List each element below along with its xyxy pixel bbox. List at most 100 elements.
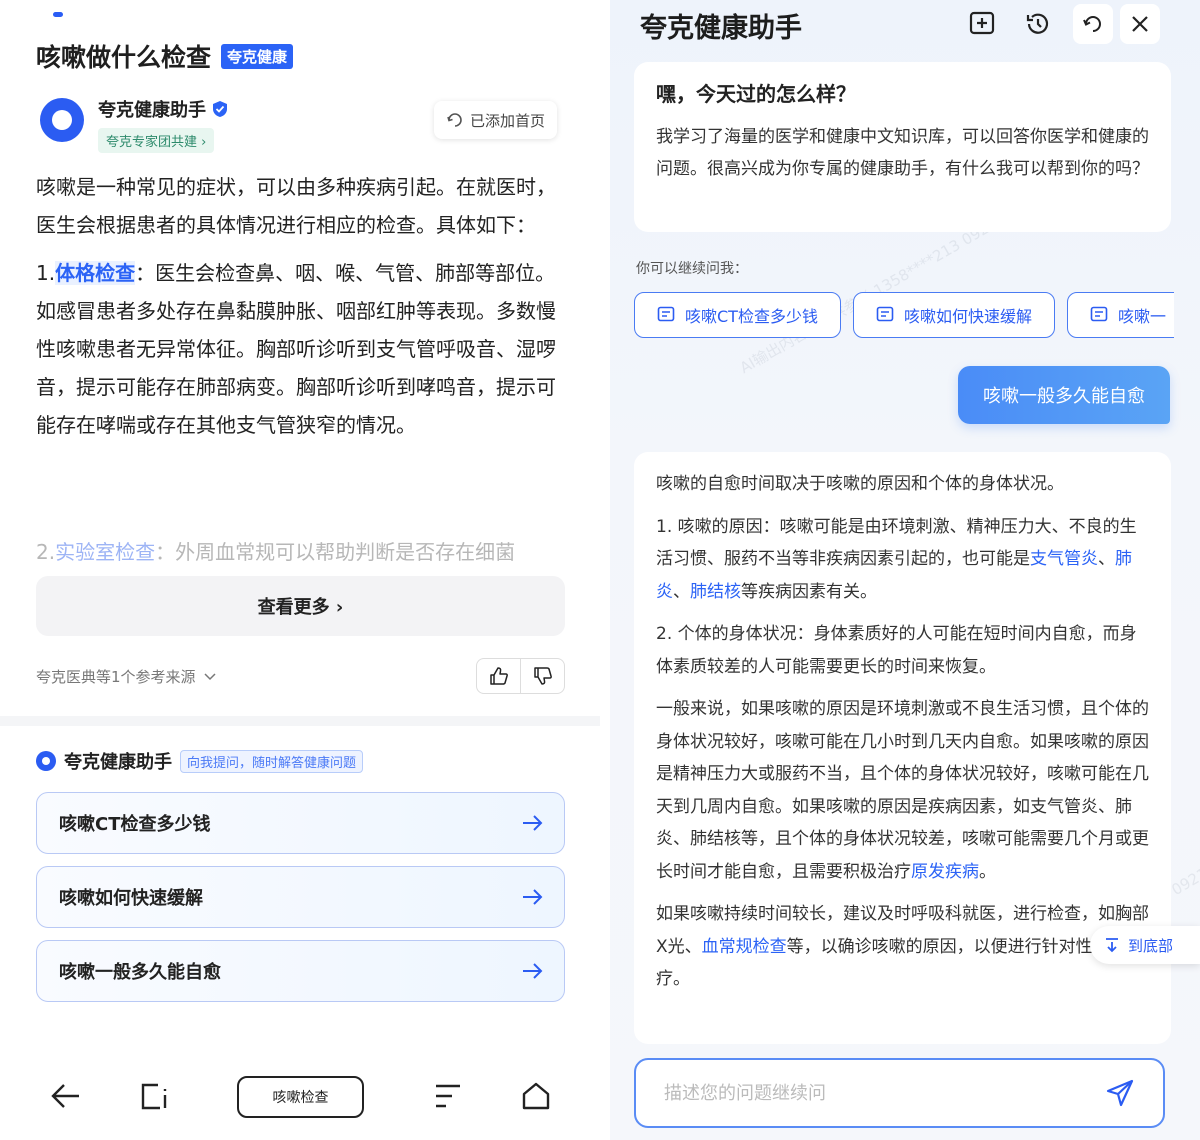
answer-text: 。 bbox=[979, 861, 996, 882]
chevron-down-icon bbox=[204, 672, 216, 680]
separator: 、 bbox=[1098, 549, 1115, 569]
suggestion-chip[interactable]: 咳嗽如何快速缓解 bbox=[852, 292, 1055, 338]
answer-p1: 咳嗽的自愈时间取决于咳嗽的原因和个体的身体状况。 bbox=[656, 474, 1064, 494]
article-intro: 咳嗽是一种常见的症状，可以由多种疾病引起。在就医时，医生会根据患者的具体情况进行… bbox=[36, 175, 556, 237]
right-panel: AI输出内容，仅供参考 1358****213 092185 AI输出内容，仅供… bbox=[610, 0, 1200, 1140]
assistant-tag: 向我提问，随时解答健康问题 bbox=[180, 749, 364, 773]
link-bronchitis[interactable]: 支气管炎 bbox=[1030, 549, 1098, 569]
new-chat-button[interactable] bbox=[962, 4, 1002, 44]
answer-text: 一般来说，如果咳嗽的原因是环境刺激或不良生活习惯，且个体的身体状况较好，咳嗽可能… bbox=[656, 699, 1149, 882]
top-indicator bbox=[53, 12, 63, 17]
thumbs-down-button[interactable] bbox=[521, 659, 564, 693]
scroll-to-bottom-button[interactable]: 到底部 bbox=[1090, 926, 1200, 964]
back-icon bbox=[51, 1084, 79, 1108]
chip-label: 咳嗽一 bbox=[1117, 307, 1166, 326]
article-body: 咳嗽是一种常见的症状，可以由多种疾病引起。在就医时，医生会根据患者的具体情况进行… bbox=[36, 168, 561, 454]
avatar[interactable] bbox=[40, 98, 84, 142]
link-physical-exam[interactable]: 体格检查 bbox=[55, 261, 136, 285]
author-block[interactable]: 夸克健康助手 夸克专家团共建 › bbox=[40, 96, 228, 153]
assistant-name: 夸克健康助手 bbox=[64, 752, 172, 773]
separator: 、 bbox=[673, 581, 690, 602]
send-icon[interactable] bbox=[1105, 1078, 1135, 1108]
home-button[interactable] bbox=[516, 1076, 556, 1116]
link-tuberculosis[interactable]: 肺结核 bbox=[690, 582, 741, 602]
item-number: 1. bbox=[36, 261, 56, 285]
welcome-card: 嘿，今天过的怎么样？ 我学习了海量的医学和健康中文知识库，可以回答你医学和健康的… bbox=[634, 62, 1171, 232]
welcome-title: 嘿，今天过的怎么样？ bbox=[656, 82, 856, 106]
item-text: ：外周血常规可以帮助判断是否存在细菌 bbox=[155, 540, 516, 564]
menu-icon bbox=[436, 1084, 460, 1108]
arrow-down-icon bbox=[1106, 938, 1118, 953]
thumbs-up-button[interactable] bbox=[477, 659, 521, 693]
item-text: ：医生会检查鼻、咽、喉、气管、肺部等部位。如感冒患者多处存在鼻黏膜肿胀、咽部红肿… bbox=[36, 261, 556, 437]
expert-team-link[interactable]: 夸克专家团共建 › bbox=[98, 128, 215, 153]
answer-p5: 如果咳嗽持续时间较长，建议及时呼吸科就医，进行检查，如胸部X光、血常规检查等，以… bbox=[656, 898, 1149, 996]
author-name: 夸克健康助手 bbox=[98, 96, 228, 122]
article-item-1: 1.体格检查：医生会检查鼻、咽、喉、气管、肺部等部位。如感冒患者多处存在鼻黏膜肿… bbox=[36, 254, 561, 444]
see-more-button[interactable]: 查看更多 › bbox=[36, 576, 565, 636]
suggested-questions: 咳嗽CT检查多少钱 咳嗽如何快速缓解 咳嗽一般多久能自愈 bbox=[36, 792, 565, 1014]
close-button[interactable] bbox=[1120, 4, 1160, 44]
references-toggle[interactable]: 夸克医典等1个参考来源 bbox=[36, 666, 216, 687]
question-text: 咳嗽如何快速缓解 bbox=[59, 888, 203, 909]
refresh-icon bbox=[1083, 16, 1101, 32]
feedback-buttons bbox=[476, 658, 565, 694]
question-text: 咳嗽一般多久能自愈 bbox=[59, 962, 221, 983]
page-title: 咳嗽做什么检查 夸克健康 bbox=[36, 38, 294, 74]
history-button[interactable] bbox=[1018, 4, 1058, 44]
welcome-text: 我学习了海量的医学和健康中文知识库，可以回答你医学和健康的问题。很高兴成为你专属… bbox=[656, 127, 1149, 179]
history-icon bbox=[1026, 13, 1049, 34]
references-text: 夸克医典等1个参考来源 bbox=[36, 668, 196, 686]
question-item[interactable]: 咳嗽CT检查多少钱 bbox=[36, 792, 565, 854]
user-message-bubble: 咳嗽一般多久能自愈 bbox=[958, 366, 1170, 424]
answer-text: 等疾病因素有关。 bbox=[741, 581, 877, 602]
verified-icon bbox=[213, 101, 227, 117]
search-query-chip[interactable]: 咳嗽检查 bbox=[237, 1076, 364, 1118]
link-primary-disease[interactable]: 原发疾病 bbox=[911, 862, 979, 882]
chat-icon bbox=[876, 306, 894, 322]
author-name-text: 夸克健康助手 bbox=[98, 100, 206, 121]
assistant-header: 夸克健康助手 向我提问，随时解答健康问题 bbox=[36, 748, 364, 774]
suggestion-chip[interactable]: 咳嗽CT检查多少钱 bbox=[634, 292, 841, 338]
continue-label: 你可以继续问我： bbox=[636, 261, 748, 277]
added-home-button[interactable]: 已添加首页 bbox=[434, 101, 558, 139]
refresh-button[interactable] bbox=[1073, 4, 1113, 44]
suggestion-chips: 咳嗽CT检查多少钱 咳嗽如何快速缓解 咳嗽一 bbox=[634, 292, 1174, 340]
left-panel: 咳嗽做什么检查 夸克健康 夸克健康助手 夸克专家团共建 › 已添加首页 咳嗽是一… bbox=[0, 0, 600, 1140]
added-home-label: 已添加首页 bbox=[470, 111, 546, 130]
thumbs-down-icon bbox=[533, 667, 552, 685]
article-item-2-faded: 2.实验室检查：外周血常规可以帮助判断是否存在细菌 bbox=[36, 534, 561, 570]
menu-button[interactable] bbox=[428, 1076, 468, 1116]
answer-p2: 1. 咳嗽的原因：咳嗽可能是由环境刺激、精神压力大、不良的生活习惯、服药不当等非… bbox=[656, 511, 1149, 609]
suggestion-chip[interactable]: 咳嗽一 bbox=[1066, 292, 1174, 338]
assistant-title: 夸克健康助手 bbox=[640, 13, 802, 44]
chip-label: 咳嗽CT检查多少钱 bbox=[685, 307, 818, 326]
tabs-icon bbox=[141, 1083, 167, 1110]
question-text: 咳嗽CT检查多少钱 bbox=[59, 814, 211, 835]
close-icon bbox=[1132, 16, 1148, 32]
refresh-icon bbox=[447, 113, 462, 127]
chat-input[interactable] bbox=[664, 1082, 1064, 1104]
brand-tag: 夸克健康 bbox=[221, 43, 294, 69]
question-item[interactable]: 咳嗽一般多久能自愈 bbox=[36, 940, 565, 1002]
link-lab-exam[interactable]: 实验室检查 bbox=[55, 540, 155, 564]
chip-label: 咳嗽如何快速缓解 bbox=[903, 307, 1032, 326]
chat-input-box bbox=[634, 1058, 1165, 1128]
arrow-right-icon bbox=[523, 889, 543, 905]
arrow-right-icon bbox=[523, 815, 543, 831]
answer-p4: 一般来说，如果咳嗽的原因是环境刺激或不良生活习惯，且个体的身体状况较好，咳嗽可能… bbox=[656, 693, 1149, 888]
back-button[interactable] bbox=[46, 1076, 86, 1116]
item-number: 2. bbox=[36, 540, 56, 564]
chat-icon bbox=[1090, 306, 1108, 322]
arrow-right-icon bbox=[523, 963, 543, 979]
assistant-answer-card: 咳嗽的自愈时间取决于咳嗽的原因和个体的身体状况。 1. 咳嗽的原因：咳嗽可能是由… bbox=[634, 452, 1171, 1044]
answer-p3: 2. 个体的身体状况：身体素质好的人可能在短时间内自愈，而身体素质较差的人可能需… bbox=[656, 624, 1137, 677]
scroll-to-bottom-label: 到底部 bbox=[1128, 936, 1174, 955]
chat-icon bbox=[657, 306, 675, 322]
link-blood-test[interactable]: 血常规检查 bbox=[702, 937, 787, 957]
tabs-button[interactable] bbox=[133, 1076, 173, 1116]
question-item[interactable]: 咳嗽如何快速缓解 bbox=[36, 866, 565, 928]
home-icon bbox=[522, 1082, 550, 1110]
title-text: 咳嗽做什么检查 bbox=[36, 43, 212, 72]
add-chat-icon bbox=[969, 11, 995, 35]
